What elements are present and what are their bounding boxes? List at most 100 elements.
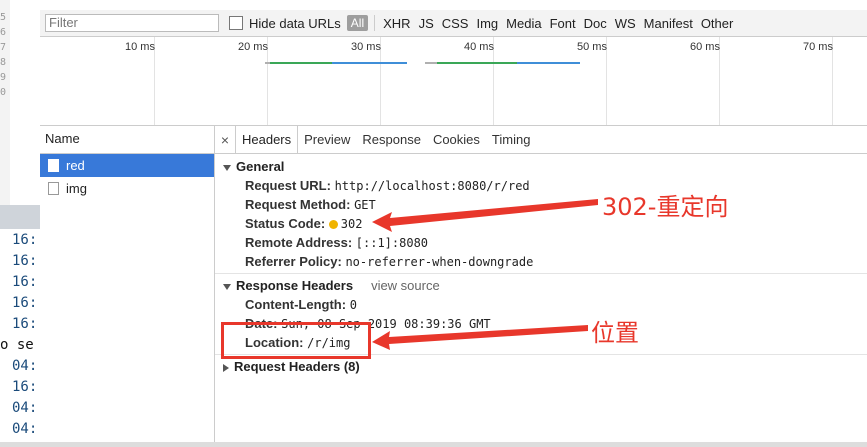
- line-number-gutter: 5 6 7 8 9 0: [0, 0, 10, 205]
- request-headers-section-header[interactable]: Request Headers (8): [215, 357, 867, 376]
- tab-response[interactable]: Response: [356, 126, 427, 153]
- type-filter-font[interactable]: Font: [550, 16, 576, 31]
- console-line: o se: [0, 337, 34, 353]
- type-filter-css[interactable]: CSS: [442, 16, 469, 31]
- toolbar-divider: [374, 15, 376, 31]
- timeline-tick-label: 70 ms: [803, 41, 833, 53]
- line-number: 0: [0, 87, 7, 98]
- tab-preview[interactable]: Preview: [298, 126, 356, 153]
- redirect-annotation: 302-重定向: [602, 193, 729, 221]
- header-value: 302: [340, 217, 363, 231]
- console-line: 16:: [12, 316, 38, 332]
- content-length-row: Content-Length: 0: [215, 295, 867, 314]
- type-filter-xhr[interactable]: XHR: [383, 16, 410, 31]
- close-icon[interactable]: ×: [215, 132, 235, 148]
- header-key: Request Method:: [245, 197, 351, 212]
- timeline-bar: [437, 62, 517, 64]
- console-line: 04:: [12, 421, 38, 437]
- location-highlight-box: [221, 322, 371, 359]
- request-headers-title: Request Headers (8): [234, 359, 360, 374]
- timeline-bar: [332, 62, 407, 64]
- hide-data-urls-checkbox[interactable]: Hide data URLs: [229, 16, 341, 31]
- type-filter-img[interactable]: Img: [476, 16, 498, 31]
- header-value: 0: [349, 298, 357, 312]
- header-key: Content-Length:: [245, 297, 347, 312]
- filter-input[interactable]: Filter: [45, 14, 219, 32]
- document-icon: [48, 159, 59, 172]
- timeline-tick-label: 10 ms: [125, 41, 155, 53]
- referrer-policy-row: Referrer Policy: no-referrer-when-downgr…: [215, 252, 867, 271]
- type-filter-media[interactable]: Media: [506, 16, 541, 31]
- header-value: no-referrer-when-downgrade: [345, 255, 534, 269]
- expand-triangle-icon: [223, 283, 231, 290]
- line-number: 6: [0, 27, 7, 38]
- header-value: [::1]:8080: [355, 236, 429, 250]
- line-number: 9: [0, 72, 7, 83]
- line-number: 5: [0, 12, 7, 23]
- bottom-edge: [0, 442, 867, 447]
- header-key: Remote Address:: [245, 235, 353, 250]
- type-filter-doc[interactable]: Doc: [584, 16, 607, 31]
- view-source-link[interactable]: view source: [371, 278, 440, 293]
- response-headers-title: Response Headers: [236, 278, 354, 293]
- status-code-row: Status Code: 302: [215, 214, 867, 233]
- request-url-row: Request URL: http://localhost:8080/r/red: [215, 176, 867, 195]
- console-line: 16:: [12, 379, 38, 395]
- header-key: Request URL:: [245, 178, 331, 193]
- console-line: 16:: [12, 274, 38, 290]
- remote-address-row: Remote Address: [::1]:8080: [215, 233, 867, 252]
- header-key: Referrer Policy:: [245, 254, 342, 269]
- request-name: red: [66, 158, 85, 173]
- line-number: 7: [0, 42, 7, 53]
- request-row-img[interactable]: img: [40, 177, 214, 200]
- timeline-tick-label: 20 ms: [238, 41, 268, 53]
- general-title: General: [236, 159, 285, 174]
- request-method-row: Request Method: GET: [215, 195, 867, 214]
- console-line: 16:: [12, 232, 38, 248]
- response-headers-section-header[interactable]: Response Headers view source: [215, 276, 867, 295]
- tab-cookies[interactable]: Cookies: [427, 126, 486, 153]
- console-output: 16: 16: 16: 16: 16: o se 04: 16: 04: 04:: [0, 230, 40, 440]
- console-line: 04:: [12, 400, 38, 416]
- console-line: 16:: [12, 295, 38, 311]
- hide-data-urls-label: Hide data URLs: [249, 15, 341, 31]
- timeline-tick-label: 30 ms: [351, 41, 381, 53]
- timeline-bar: [425, 62, 437, 64]
- network-filter-toolbar: Filter Hide data URLs All XHR JS CSS Img…: [40, 10, 867, 37]
- general-section-header[interactable]: General: [215, 157, 867, 176]
- details-tab-bar: × Headers Preview Response Cookies Timin…: [215, 126, 867, 154]
- section-divider: [215, 273, 867, 274]
- timeline-tick-label: 40 ms: [464, 41, 494, 53]
- name-column-header[interactable]: Name: [40, 126, 214, 154]
- type-filter-other[interactable]: Other: [701, 16, 734, 31]
- timeline-tick-label: 50 ms: [577, 41, 607, 53]
- type-filter-js[interactable]: JS: [419, 16, 434, 31]
- console-bar: [0, 205, 40, 229]
- request-details-panel: × Headers Preview Response Cookies Timin…: [215, 126, 867, 447]
- timeline-tick-label: 60 ms: [690, 41, 720, 53]
- expand-triangle-icon: [223, 164, 231, 171]
- type-filter-manifest[interactable]: Manifest: [644, 16, 693, 31]
- location-annotation: 位置: [591, 319, 639, 347]
- document-icon: [48, 182, 59, 195]
- request-row-red[interactable]: red: [40, 154, 214, 177]
- tab-headers[interactable]: Headers: [235, 126, 299, 153]
- header-value: GET: [354, 198, 376, 212]
- header-value: http://localhost:8080/r/red: [334, 179, 530, 193]
- left-panel-strip: 5 6 7 8 9 0 16: 16: 16: 16: 16: o se 04:…: [0, 0, 40, 447]
- timeline-bar: [517, 62, 580, 64]
- checkbox-box[interactable]: [229, 16, 243, 30]
- status-dot-icon: [328, 220, 338, 230]
- line-number: 8: [0, 57, 7, 68]
- console-line: 04:: [12, 358, 38, 374]
- type-filter-all[interactable]: All: [346, 15, 369, 31]
- header-key: Status Code:: [245, 216, 326, 231]
- request-name: img: [66, 181, 87, 196]
- timeline-overview[interactable]: 10 ms 20 ms 30 ms 40 ms 50 ms 60 ms 70 m…: [40, 37, 867, 126]
- console-line: 16:: [12, 253, 38, 269]
- collapsed-triangle-icon: [223, 363, 229, 372]
- timeline-bar: [270, 62, 332, 64]
- tab-timing[interactable]: Timing: [486, 126, 537, 153]
- type-filter-ws[interactable]: WS: [615, 16, 636, 31]
- request-name-list: Name red img: [40, 126, 215, 447]
